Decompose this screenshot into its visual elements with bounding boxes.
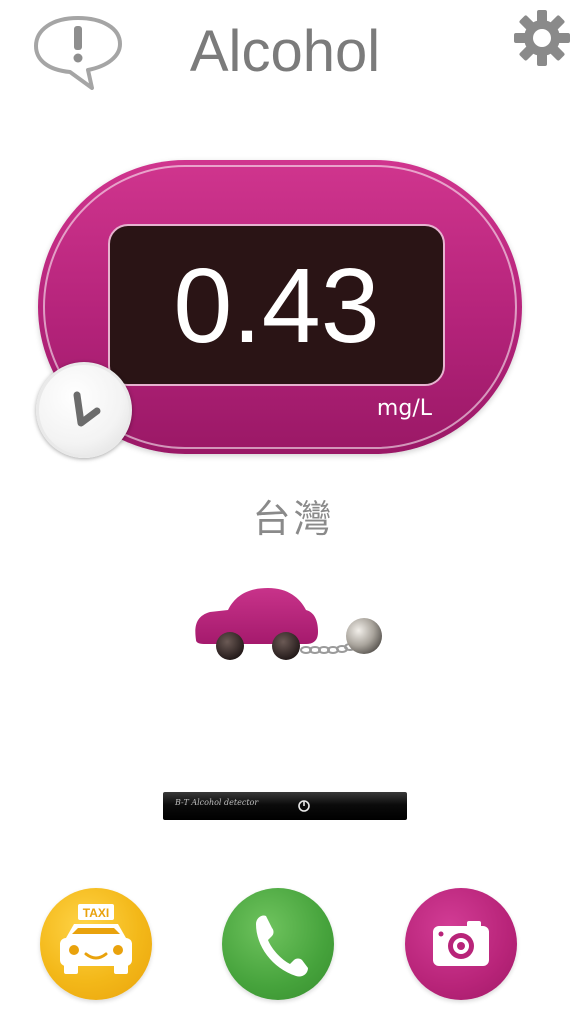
- breathalyzer-device: B-T Alcohol detector: [163, 792, 407, 820]
- settings-button[interactable]: [510, 6, 574, 70]
- app-title: Alcohol: [189, 19, 381, 84]
- region-label: 台灣: [252, 497, 335, 541]
- camera-button[interactable]: [405, 888, 517, 1000]
- device-label: B-T Alcohol detector: [175, 798, 259, 807]
- timer-button[interactable]: [36, 362, 132, 458]
- taxi-icon: TAXI: [60, 904, 132, 974]
- speech-bubble-exclamation-icon: [34, 16, 122, 90]
- gear-icon: [514, 10, 570, 66]
- reading-display: 0.43: [108, 224, 445, 386]
- taxi-button[interactable]: TAXI: [40, 888, 152, 1000]
- power-icon: [298, 800, 310, 812]
- camera-icon: [433, 921, 489, 966]
- call-button[interactable]: [222, 888, 334, 1000]
- reading-unit: mg/L: [376, 396, 432, 421]
- alcohol-reading: 0.43: [173, 247, 380, 365]
- car-with-ball-and-chain-icon: [188, 580, 388, 670]
- info-button[interactable]: [30, 10, 126, 90]
- phone-icon: [256, 915, 308, 977]
- app-screen: Alcohol 0.43 mg/L 台灣 B-T Alcohol detecto…: [0, 0, 587, 1021]
- taxi-sign-text: TAXI: [83, 906, 109, 920]
- clock-icon: [73, 391, 101, 427]
